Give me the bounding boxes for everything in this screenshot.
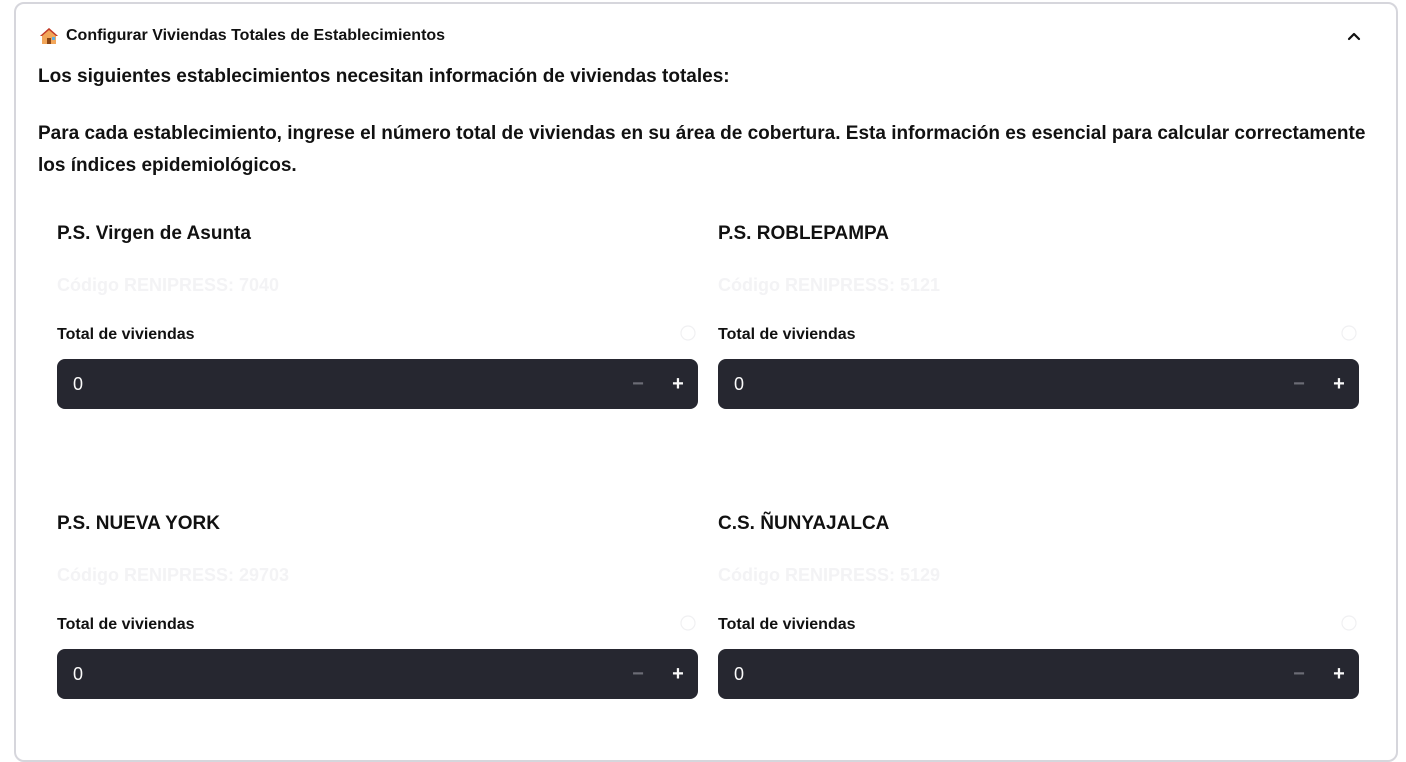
house-icon xyxy=(38,26,60,46)
decrement-button[interactable]: − xyxy=(618,649,658,699)
establishment-name: P.S. ROBLEPAMPA xyxy=(718,223,890,244)
total-viviendas-label: Total de viviendas xyxy=(57,326,195,343)
viviendas-value[interactable]: 0 xyxy=(734,664,1279,685)
increment-button[interactable]: + xyxy=(1319,649,1359,699)
decrement-button[interactable]: − xyxy=(618,359,658,409)
viviendas-number-input[interactable]: 0 − + xyxy=(718,649,1359,699)
field-label-row: Total de viviendas xyxy=(718,325,1359,348)
establishment-card: P.S. Virgen de Asunta Código RENIPRESS: … xyxy=(57,223,698,409)
chevron-up-icon[interactable] xyxy=(1344,26,1364,46)
total-viviendas-label: Total de viviendas xyxy=(57,616,195,633)
establishment-card: P.S. NUEVA YORK Código RENIPRESS: 29703 … xyxy=(57,513,698,699)
viviendas-number-input[interactable]: 0 − + xyxy=(57,359,698,409)
help-icon[interactable] xyxy=(1341,615,1357,631)
establishment-card: C.S. ÑUNYAJALCA Código RENIPRESS: 5129 T… xyxy=(718,513,1359,699)
renipress-code: Código RENIPRESS: 5121 xyxy=(718,275,941,295)
increment-button[interactable]: + xyxy=(658,359,698,409)
field-label-row: Total de viviendas xyxy=(718,615,1359,638)
field-label-row: Total de viviendas xyxy=(57,325,698,348)
renipress-code: Código RENIPRESS: 29703 xyxy=(57,565,290,585)
viviendas-number-input[interactable]: 0 − + xyxy=(718,359,1359,409)
increment-button[interactable]: + xyxy=(1319,359,1359,409)
renipress-code: Código RENIPRESS: 5129 xyxy=(718,565,941,585)
expander-header[interactable]: Configurar Viviendas Totales de Establec… xyxy=(38,22,1374,50)
establishment-name: P.S. Virgen de Asunta xyxy=(57,223,251,244)
establishment-name: C.S. ÑUNYAJALCA xyxy=(718,513,890,534)
decrement-button[interactable]: − xyxy=(1279,649,1319,699)
help-icon[interactable] xyxy=(1341,325,1357,341)
viviendas-expander: Configurar Viviendas Totales de Establec… xyxy=(14,2,1398,762)
viviendas-value[interactable]: 0 xyxy=(734,374,1279,395)
establishment-name: P.S. NUEVA YORK xyxy=(57,513,220,534)
intro-description: Para cada establecimiento, ingrese el nú… xyxy=(38,123,1366,176)
intro-heading: Los siguientes establecimientos necesita… xyxy=(38,66,730,87)
expander-title: Configurar Viviendas Totales de Establec… xyxy=(66,27,446,44)
field-label-row: Total de viviendas xyxy=(57,615,698,638)
help-icon[interactable] xyxy=(680,325,696,341)
help-icon[interactable] xyxy=(680,615,696,631)
viviendas-value[interactable]: 0 xyxy=(73,374,618,395)
decrement-button[interactable]: − xyxy=(1279,359,1319,409)
total-viviendas-label: Total de viviendas xyxy=(718,326,856,343)
total-viviendas-label: Total de viviendas xyxy=(718,616,856,633)
viviendas-value[interactable]: 0 xyxy=(73,664,618,685)
viviendas-number-input[interactable]: 0 − + xyxy=(57,649,698,699)
establishment-card: P.S. ROBLEPAMPA Código RENIPRESS: 5121 T… xyxy=(718,223,1359,409)
renipress-code: Código RENIPRESS: 7040 xyxy=(57,275,280,295)
increment-button[interactable]: + xyxy=(658,649,698,699)
